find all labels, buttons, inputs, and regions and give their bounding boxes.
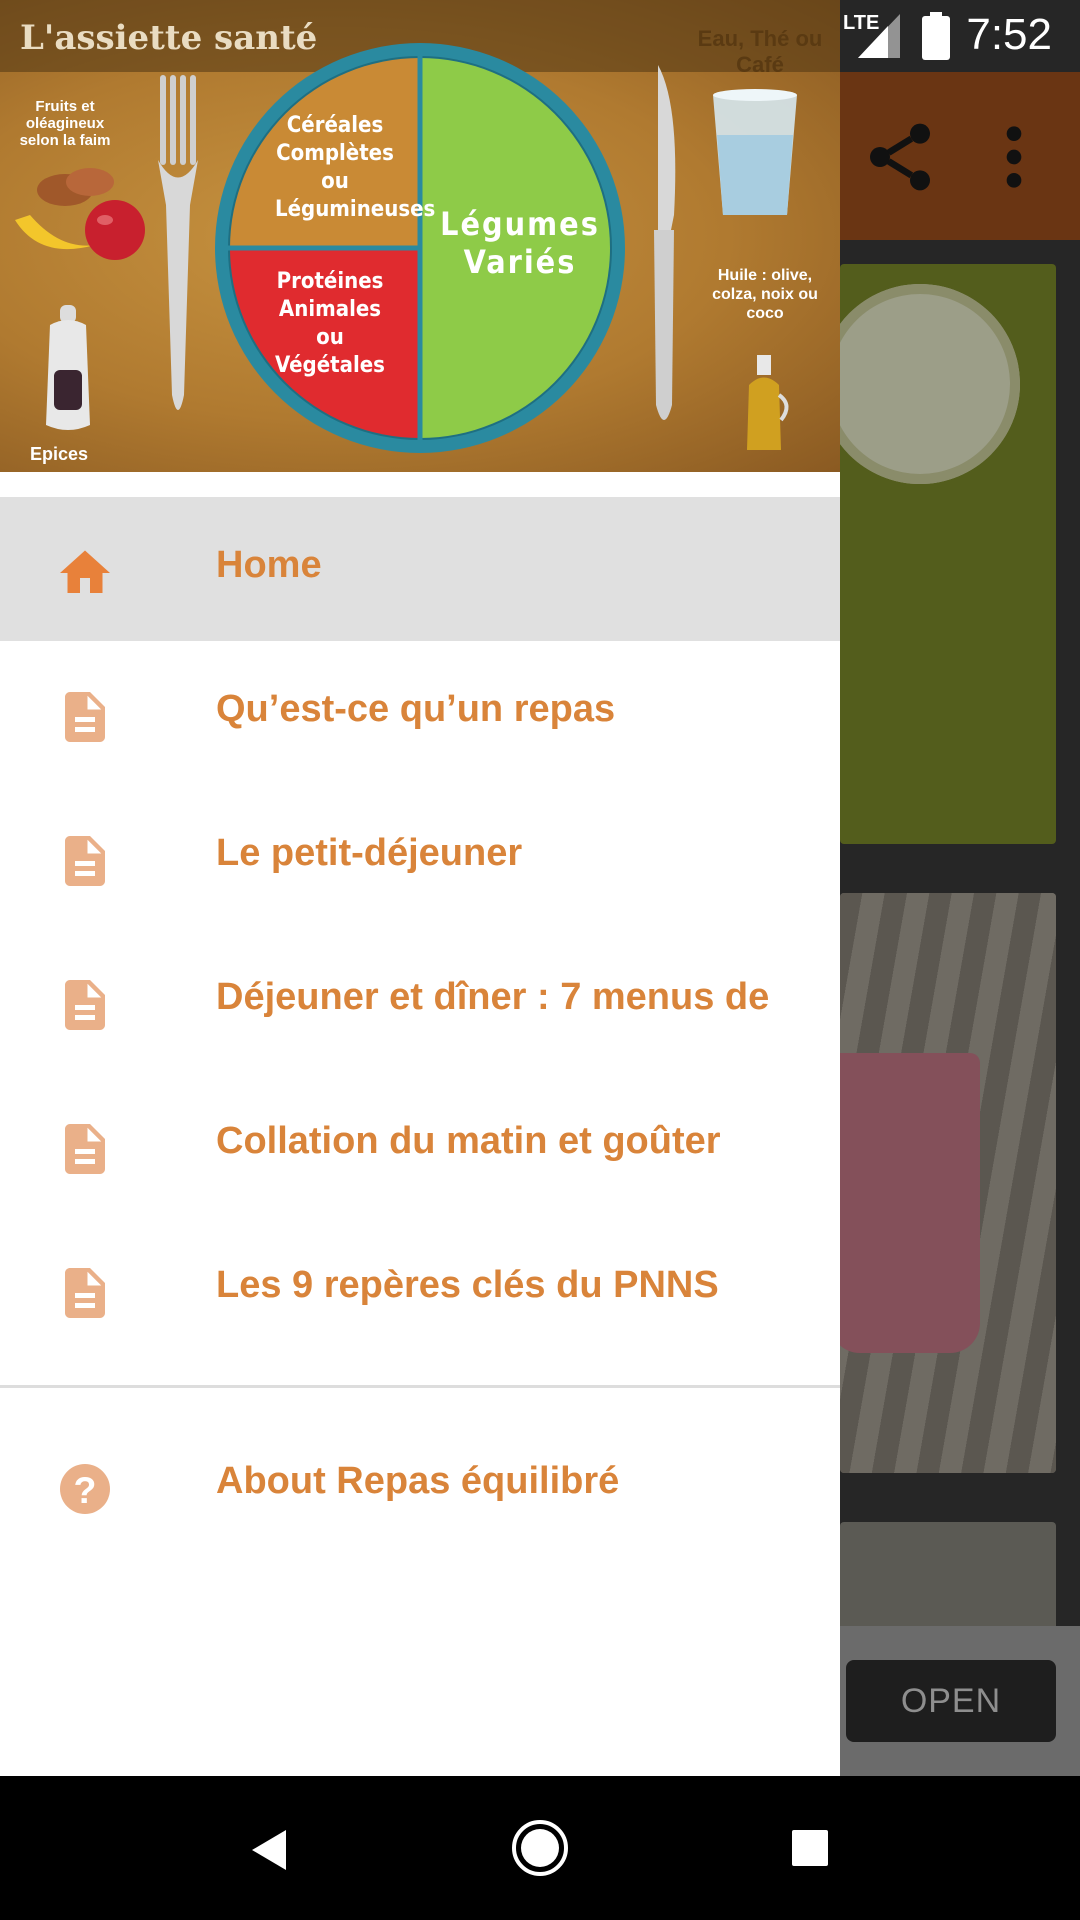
- menu-item-quest-ce-quun-repas[interactable]: Qu’est-ce qu’un repas: [0, 641, 840, 785]
- fruits-illustration: [15, 168, 145, 260]
- cereals-label: Céréales Complètes ou Légumineuses: [275, 113, 436, 222]
- menu-item-petit-dejeuner[interactable]: Le petit-déjeuner: [0, 785, 840, 929]
- menu-item-label: Les 9 repères clés du PNNS: [216, 1264, 719, 1306]
- home-icon: [60, 550, 110, 593]
- menu-item-collation[interactable]: Collation du matin et goûter: [0, 1073, 840, 1217]
- document-icon: [65, 836, 105, 886]
- navigation-drawer: L'assiette santé Eau, Thé ou Café Fruits…: [0, 0, 840, 1776]
- menu-item-label: Le petit-déjeuner: [216, 832, 523, 874]
- system-nav-bar: [0, 1776, 1080, 1920]
- fork-illustration: [158, 75, 198, 410]
- menu-item-about[interactable]: ? About Repas équilibré: [0, 1413, 840, 1557]
- menu-item-label: About Repas équilibré: [216, 1460, 620, 1502]
- menu-item-label: Qu’est-ce qu’un repas: [216, 688, 616, 730]
- knife-illustration: [654, 65, 676, 420]
- menu-item-label: Déjeuner et dîner : 7 menus de: [216, 976, 770, 1018]
- document-icon: [65, 1268, 105, 1318]
- menu-item-label: Collation du matin et goûter: [216, 1120, 721, 1162]
- oil-label: Huile : olive, colza, noix ou coco: [712, 267, 818, 322]
- status-bar: LTE 7:52: [0, 0, 1080, 72]
- signal-icon: [858, 14, 900, 58]
- help-icon: ?: [60, 1464, 110, 1514]
- back-icon[interactable]: [248, 1828, 288, 1872]
- menu-item-reperes-pnns[interactable]: Les 9 repères clés du PNNS: [0, 1217, 840, 1361]
- menu-divider: [0, 1385, 840, 1388]
- home-nav-icon[interactable]: [510, 1818, 570, 1878]
- share-icon[interactable]: [860, 117, 940, 197]
- menu-item-dejeuner-diner[interactable]: Déjeuner et dîner : 7 menus de: [0, 929, 840, 1073]
- recents-icon[interactable]: [790, 1828, 830, 1868]
- menu-item-label: Home: [216, 544, 322, 586]
- content-card[interactable]: [840, 893, 1056, 1473]
- oil-bottle-illustration: [747, 355, 789, 450]
- document-icon: [65, 980, 105, 1030]
- menu-item-home[interactable]: Home: [0, 497, 840, 641]
- document-icon: [65, 692, 105, 742]
- pepper-mill-illustration: [46, 305, 90, 430]
- battery-icon: [922, 12, 950, 60]
- content-card[interactable]: [840, 1522, 1056, 1642]
- app-toolbar: [840, 72, 1080, 240]
- overflow-menu-icon[interactable]: [994, 117, 1034, 197]
- vegetables-label: Légumes Variés: [440, 205, 600, 281]
- svg-text:?: ?: [74, 1469, 97, 1511]
- drawer-menu: Home Qu’est-ce qu’un repas Le petit-déje…: [0, 497, 840, 1361]
- open-button[interactable]: OPEN: [846, 1660, 1056, 1742]
- spices-label: Epices: [30, 444, 89, 464]
- fruits-label: Fruits et oléagineux selon la faim: [19, 98, 111, 149]
- clock: 7:52: [966, 10, 1052, 59]
- content-card[interactable]: [840, 264, 1056, 844]
- document-icon: [65, 1124, 105, 1174]
- proteins-label: Protéines Animales ou Végétales: [275, 269, 385, 378]
- water-glass-illustration: [713, 89, 797, 215]
